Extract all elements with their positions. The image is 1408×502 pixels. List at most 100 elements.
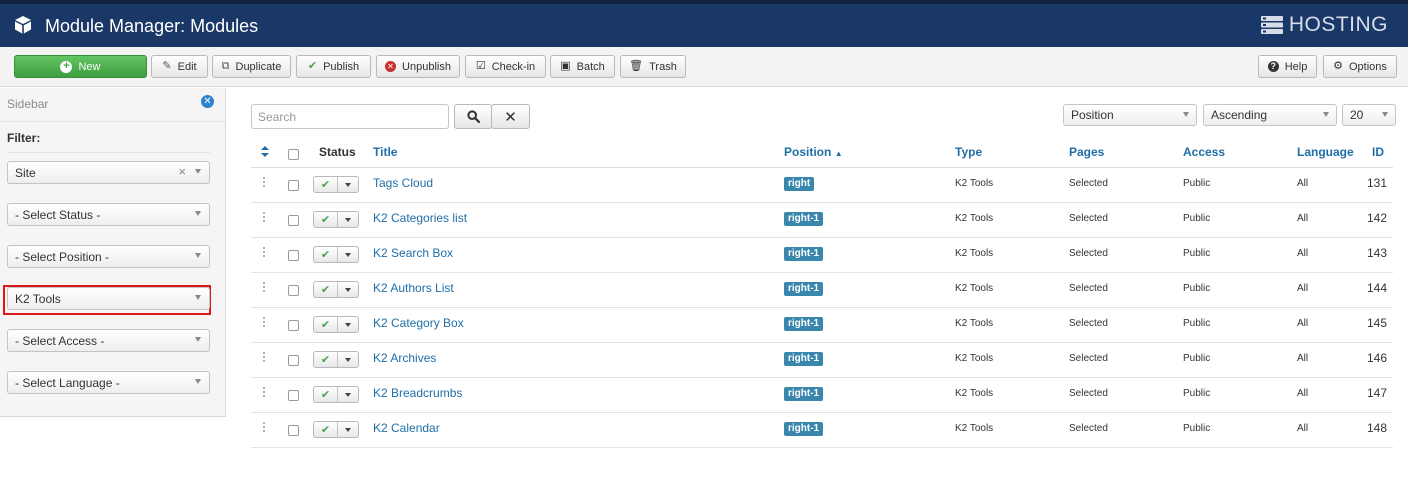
- clear-icon[interactable]: ×: [178, 165, 186, 179]
- sort-order-icon[interactable]: [261, 146, 269, 160]
- options-button[interactable]: ⚙ Options: [1323, 55, 1397, 78]
- drag-handle-icon[interactable]: [262, 386, 266, 397]
- module-title-link[interactable]: K2 Archives: [373, 351, 436, 365]
- new-button[interactable]: + New: [14, 55, 147, 78]
- pages-cell: Selected: [1069, 248, 1108, 259]
- check-icon[interactable]: ✔: [314, 352, 338, 367]
- type-cell: K2 Tools: [955, 423, 994, 434]
- check-icon[interactable]: ✔: [314, 212, 338, 227]
- header-type[interactable]: Type: [955, 145, 982, 159]
- drag-handle-icon[interactable]: [262, 211, 266, 222]
- status-toggle[interactable]: ✔: [313, 246, 359, 263]
- row-checkbox[interactable]: [288, 250, 299, 261]
- type-cell: K2 Tools: [955, 283, 994, 294]
- trash-button[interactable]: 🗑 Trash: [620, 55, 686, 78]
- row-checkbox[interactable]: [288, 425, 299, 436]
- status-dropdown[interactable]: [338, 317, 358, 332]
- table-row: ✔ K2 Authors List right-1 K2 Tools Selec…: [251, 273, 1393, 308]
- drag-handle-icon[interactable]: [262, 281, 266, 292]
- row-checkbox[interactable]: [288, 180, 299, 191]
- clear-search-button[interactable]: ✕: [491, 104, 530, 129]
- status-dropdown[interactable]: [338, 387, 358, 402]
- module-title-link[interactable]: K2 Authors List: [373, 281, 454, 295]
- direction-select[interactable]: Ascending: [1203, 104, 1337, 126]
- row-checkbox[interactable]: [288, 320, 299, 331]
- help-button[interactable]: ? Help: [1258, 55, 1317, 78]
- close-icon[interactable]: ✕: [201, 95, 214, 108]
- language-cell: All: [1297, 423, 1309, 434]
- header-id[interactable]: ID: [1372, 145, 1384, 159]
- filter-status-select[interactable]: - Select Status -: [7, 203, 210, 226]
- check-icon[interactable]: ✔: [314, 317, 338, 332]
- check-icon[interactable]: ✔: [314, 247, 338, 262]
- duplicate-button[interactable]: ⧉ Duplicate: [212, 55, 291, 78]
- module-title-link[interactable]: Tags Cloud: [373, 176, 433, 190]
- check-icon[interactable]: ✔: [314, 177, 338, 192]
- batch-button[interactable]: ▣ Batch: [550, 55, 615, 78]
- module-title-link[interactable]: K2 Calendar: [373, 421, 440, 435]
- status-dropdown[interactable]: [338, 282, 358, 297]
- plus-icon: +: [60, 60, 73, 73]
- id-cell: 146: [1367, 351, 1388, 365]
- filter-site-select[interactable]: Site ×: [7, 161, 210, 184]
- filter-position-value: - Select Position -: [15, 249, 110, 264]
- check-icon[interactable]: ✔: [314, 387, 338, 402]
- edit-button[interactable]: ✎ Edit: [151, 55, 208, 78]
- module-title-link[interactable]: K2 Categories list: [373, 211, 467, 225]
- status-dropdown[interactable]: [338, 422, 358, 437]
- status-dropdown[interactable]: [338, 177, 358, 192]
- position-badge: right-1: [784, 212, 824, 226]
- cube-icon: [15, 16, 31, 34]
- id-cell: 147: [1367, 386, 1388, 400]
- pages-cell: Selected: [1069, 178, 1108, 189]
- header-title[interactable]: Title: [373, 145, 397, 159]
- status-dropdown[interactable]: [338, 212, 358, 227]
- header-language[interactable]: Language: [1297, 145, 1354, 159]
- header-status[interactable]: Status: [319, 145, 356, 159]
- drag-handle-icon[interactable]: [262, 351, 266, 362]
- module-title-link[interactable]: K2 Breadcrumbs: [373, 386, 462, 400]
- drag-handle-icon[interactable]: [262, 316, 266, 327]
- status-toggle[interactable]: ✔: [313, 176, 359, 193]
- filter-position-select[interactable]: - Select Position -: [7, 245, 210, 268]
- status-dropdown[interactable]: [338, 352, 358, 367]
- row-checkbox[interactable]: [288, 390, 299, 401]
- limit-select[interactable]: 20: [1342, 104, 1396, 126]
- check-icon[interactable]: ✔: [314, 282, 338, 297]
- drag-handle-icon[interactable]: [262, 176, 266, 187]
- status-toggle[interactable]: ✔: [313, 316, 359, 333]
- filter-language-select[interactable]: - Select Language -: [7, 371, 210, 394]
- drag-handle-icon[interactable]: [262, 246, 266, 257]
- row-checkbox[interactable]: [288, 215, 299, 226]
- header-pages[interactable]: Pages: [1069, 145, 1104, 159]
- row-checkbox[interactable]: [288, 285, 299, 296]
- status-toggle[interactable]: ✔: [313, 421, 359, 438]
- header-access[interactable]: Access: [1183, 145, 1225, 159]
- status-toggle[interactable]: ✔: [313, 211, 359, 228]
- search-button[interactable]: [454, 104, 492, 129]
- access-cell: Public: [1183, 388, 1211, 399]
- order-by-select[interactable]: Position: [1063, 104, 1197, 126]
- select-all-checkbox[interactable]: [288, 149, 299, 160]
- header-position[interactable]: Position ▲: [784, 145, 843, 159]
- filter-type-select[interactable]: K2 Tools: [7, 287, 210, 310]
- drag-handle-icon[interactable]: [262, 421, 266, 432]
- filter-access-select[interactable]: - Select Access -: [7, 329, 210, 352]
- position-badge: right-1: [784, 282, 824, 296]
- module-title-link[interactable]: K2 Search Box: [373, 246, 453, 260]
- module-title-link[interactable]: K2 Category Box: [373, 316, 464, 330]
- id-cell: 142: [1367, 211, 1388, 225]
- checkin-button[interactable]: ☑ Check-in: [465, 55, 546, 78]
- unpublish-button[interactable]: ✕ Unpublish: [376, 55, 460, 78]
- status-toggle[interactable]: ✔: [313, 386, 359, 403]
- status-toggle[interactable]: ✔: [313, 351, 359, 368]
- check-icon[interactable]: ✔: [314, 422, 338, 437]
- row-checkbox[interactable]: [288, 355, 299, 366]
- publish-button[interactable]: ✔ Publish: [296, 55, 371, 78]
- status-toggle[interactable]: ✔: [313, 281, 359, 298]
- chevron-down-icon: [195, 337, 201, 342]
- language-cell: All: [1297, 283, 1309, 294]
- type-cell: K2 Tools: [955, 248, 994, 259]
- search-input[interactable]: Search: [251, 104, 449, 129]
- status-dropdown[interactable]: [338, 247, 358, 262]
